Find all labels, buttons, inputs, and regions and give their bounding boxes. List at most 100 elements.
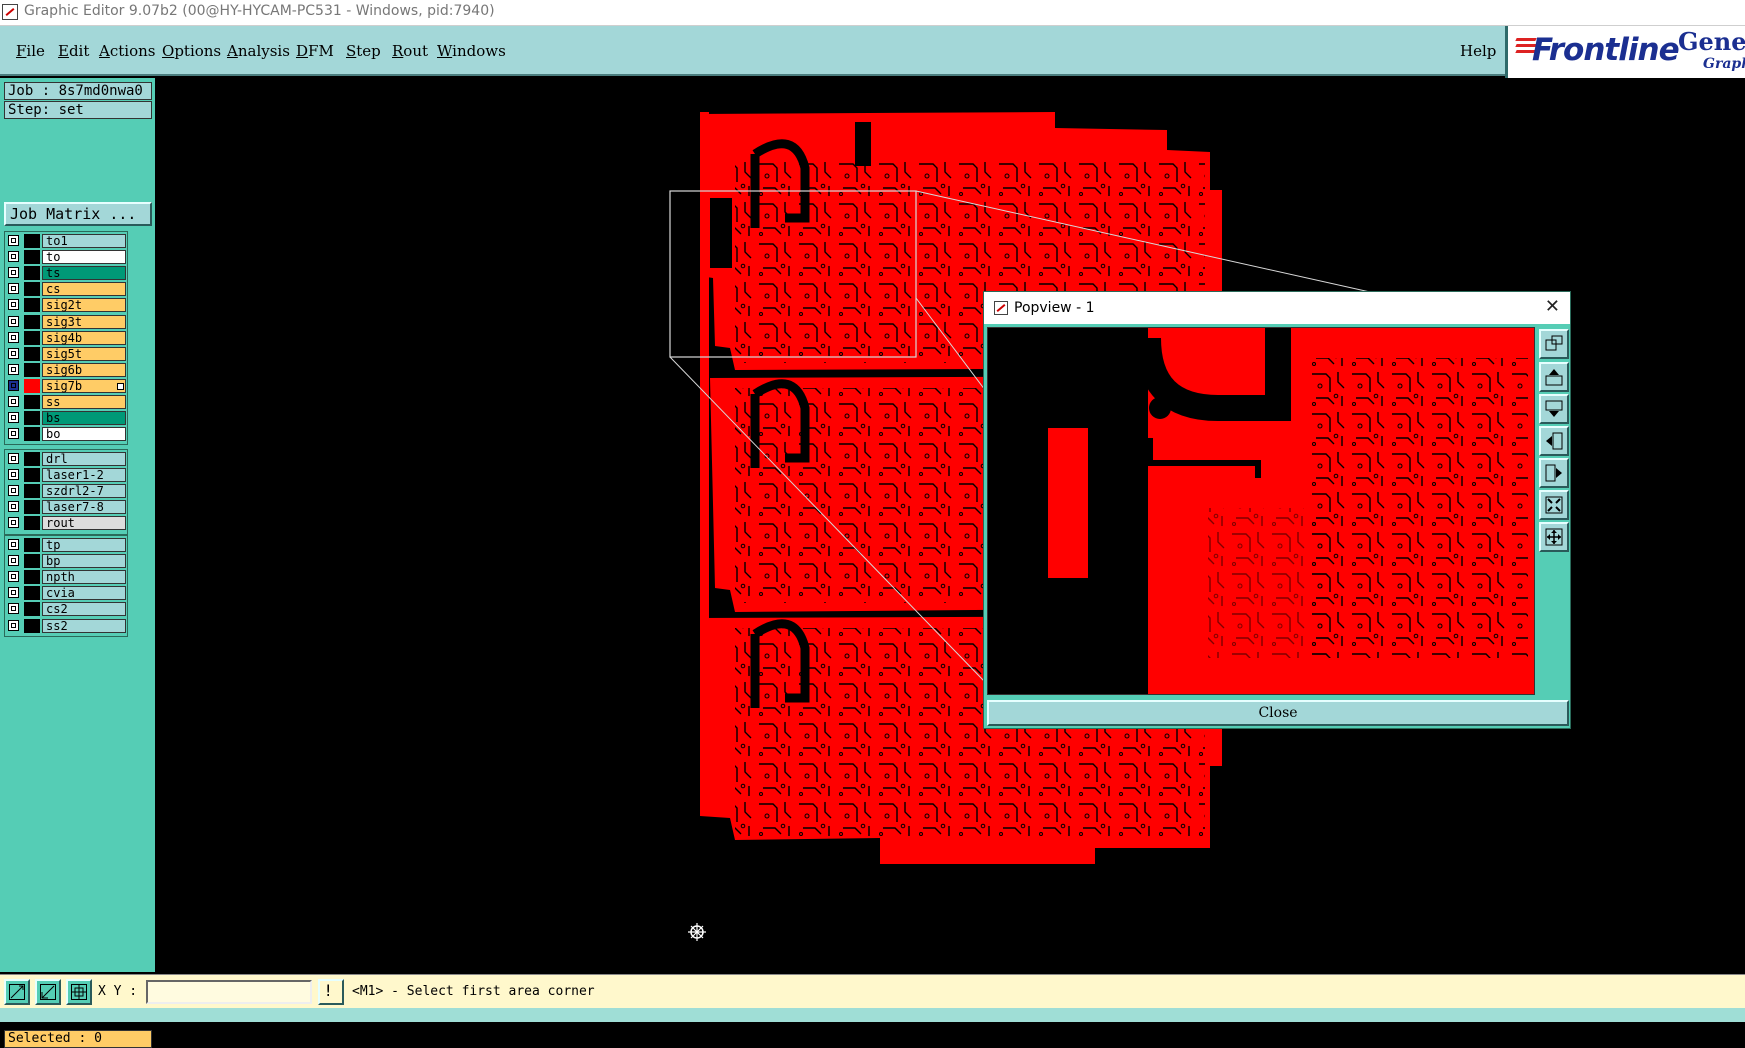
layer-row-sig7b[interactable]: sig7b — [4, 378, 126, 393]
layer-color-swatch[interactable] — [24, 298, 40, 313]
menu-file[interactable]: File — [16, 42, 45, 60]
popview-zoom-in-button[interactable] — [1539, 490, 1569, 520]
layer-row-drl[interactable]: drl — [4, 452, 126, 466]
layer-checkbox[interactable] — [8, 251, 19, 263]
layer-checkbox[interactable] — [8, 587, 19, 599]
menu-options[interactable]: Options — [162, 42, 221, 60]
layer-color-swatch[interactable] — [24, 602, 40, 617]
layer-checkbox[interactable] — [8, 539, 19, 550]
layer-name[interactable]: bo — [42, 427, 126, 442]
layer-name[interactable]: drl — [42, 452, 126, 466]
xy-input[interactable] — [146, 980, 312, 1004]
popview-pan-left-button[interactable] — [1539, 426, 1569, 456]
layer-row-tp[interactable]: tp — [4, 538, 126, 552]
layer-row-cs[interactable]: cs — [4, 282, 126, 297]
layer-name[interactable]: bp — [42, 554, 126, 569]
layer-row-sig5t[interactable]: sig5t — [4, 346, 126, 361]
layer-name[interactable]: ss — [42, 395, 126, 409]
layer-checkbox[interactable] — [8, 331, 19, 343]
snap-button[interactable] — [35, 979, 61, 1005]
layer-color-swatch[interactable] — [24, 282, 40, 297]
layer-checkbox[interactable] — [8, 517, 19, 529]
popview-canvas[interactable] — [987, 327, 1535, 695]
layer-name[interactable]: ss2 — [42, 618, 126, 633]
popview-zoom-fit-button[interactable] — [1539, 329, 1569, 359]
layer-checkbox[interactable] — [8, 571, 19, 583]
layer-checkbox[interactable] — [8, 363, 19, 375]
layer-row-sig3t[interactable]: sig3t — [4, 314, 126, 329]
layer-name[interactable]: cs — [42, 282, 126, 297]
popview-pan-right-button[interactable] — [1539, 458, 1569, 488]
layer-name[interactable]: npth — [42, 570, 126, 585]
layer-color-swatch[interactable] — [24, 586, 40, 601]
measure-button[interactable] — [4, 979, 30, 1005]
layer-row-to[interactable]: to — [4, 250, 126, 265]
layer-row-szdrl2-7[interactable]: szdrl2-7 — [4, 484, 126, 499]
layer-color-swatch[interactable] — [24, 346, 40, 361]
popview-zoom-out-button[interactable] — [1539, 522, 1569, 552]
layer-row-npth[interactable]: npth — [4, 570, 126, 585]
layer-color-swatch[interactable] — [24, 411, 40, 426]
layer-checkbox[interactable] — [8, 347, 19, 359]
layer-name[interactable]: sig5t — [42, 346, 126, 361]
layer-name[interactable]: to — [42, 250, 126, 265]
layer-color-swatch[interactable] — [24, 362, 40, 377]
layer-row-sig6b[interactable]: sig6b — [4, 362, 126, 377]
layer-name[interactable]: ts — [42, 266, 126, 281]
layer-row-cs2[interactable]: cs2 — [4, 602, 126, 617]
layer-checkbox[interactable] — [8, 469, 19, 481]
layer-checkbox[interactable] — [8, 283, 19, 295]
layer-name[interactable]: sig4b — [42, 330, 126, 345]
layer-color-swatch[interactable] — [24, 618, 40, 633]
layer-row-laser7-8[interactable]: laser7-8 — [4, 500, 126, 515]
layer-color-swatch[interactable] — [24, 570, 40, 585]
layer-checkbox[interactable] — [8, 619, 19, 631]
layer-name[interactable]: laser7-8 — [42, 500, 126, 515]
layer-row-ss2[interactable]: ss2 — [4, 618, 126, 633]
layer-color-swatch[interactable] — [24, 452, 40, 466]
layer-checkbox[interactable] — [8, 555, 19, 567]
layer-name[interactable]: tp — [42, 538, 126, 552]
layer-checkbox[interactable] — [8, 453, 19, 464]
layer-checkbox[interactable] — [8, 267, 19, 279]
layer-row-cvia[interactable]: cvia — [4, 586, 126, 601]
popview-pan-up-button[interactable] — [1539, 362, 1569, 392]
popview-close-button[interactable]: Close — [987, 700, 1569, 726]
layer-name[interactable]: sig7b — [42, 378, 126, 393]
layer-row-ts[interactable]: ts — [4, 266, 126, 281]
menu-windows[interactable]: Windows — [437, 42, 506, 60]
popview-close-icon[interactable]: ✕ — [1545, 296, 1560, 317]
layer-checkbox[interactable] — [8, 603, 19, 615]
layer-row-ss[interactable]: ss — [4, 395, 126, 409]
grid-button[interactable] — [66, 979, 92, 1005]
layer-name[interactable]: sig2t — [42, 298, 126, 313]
menu-dfm[interactable]: DFM — [296, 42, 334, 60]
layer-name[interactable]: szdrl2-7 — [42, 484, 126, 499]
layer-row-bp[interactable]: bp — [4, 554, 126, 569]
layer-name[interactable]: laser1-2 — [42, 468, 126, 483]
layer-checkbox[interactable] — [8, 412, 19, 424]
layer-color-swatch[interactable] — [24, 234, 40, 248]
layer-name[interactable]: cs2 — [42, 602, 126, 617]
layer-row-rout[interactable]: rout — [4, 516, 126, 531]
layer-checkbox[interactable] — [8, 396, 19, 407]
layer-checkbox[interactable] — [8, 379, 19, 391]
layer-row-laser1-2[interactable]: laser1-2 — [4, 468, 126, 483]
warning-button[interactable]: ! — [318, 979, 344, 1005]
layer-color-swatch[interactable] — [24, 395, 40, 409]
layer-row-sig2t[interactable]: sig2t — [4, 298, 126, 313]
layer-color-swatch[interactable] — [24, 500, 40, 515]
layer-color-swatch[interactable] — [24, 468, 40, 483]
layer-color-swatch[interactable] — [24, 516, 40, 531]
menu-edit[interactable]: Edit — [58, 42, 89, 60]
layer-row-to1[interactable]: to1 — [4, 234, 126, 248]
layer-color-swatch[interactable] — [24, 378, 40, 393]
menu-actions[interactable]: Actions — [99, 42, 155, 60]
layer-name[interactable]: sig6b — [42, 362, 126, 377]
layer-name[interactable]: to1 — [42, 234, 126, 248]
menu-step[interactable]: Step — [346, 42, 381, 60]
layer-checkbox[interactable] — [8, 501, 19, 513]
layer-color-swatch[interactable] — [24, 484, 40, 499]
layer-checkbox[interactable] — [8, 485, 19, 497]
menu-analysis[interactable]: Analysis — [227, 42, 290, 60]
